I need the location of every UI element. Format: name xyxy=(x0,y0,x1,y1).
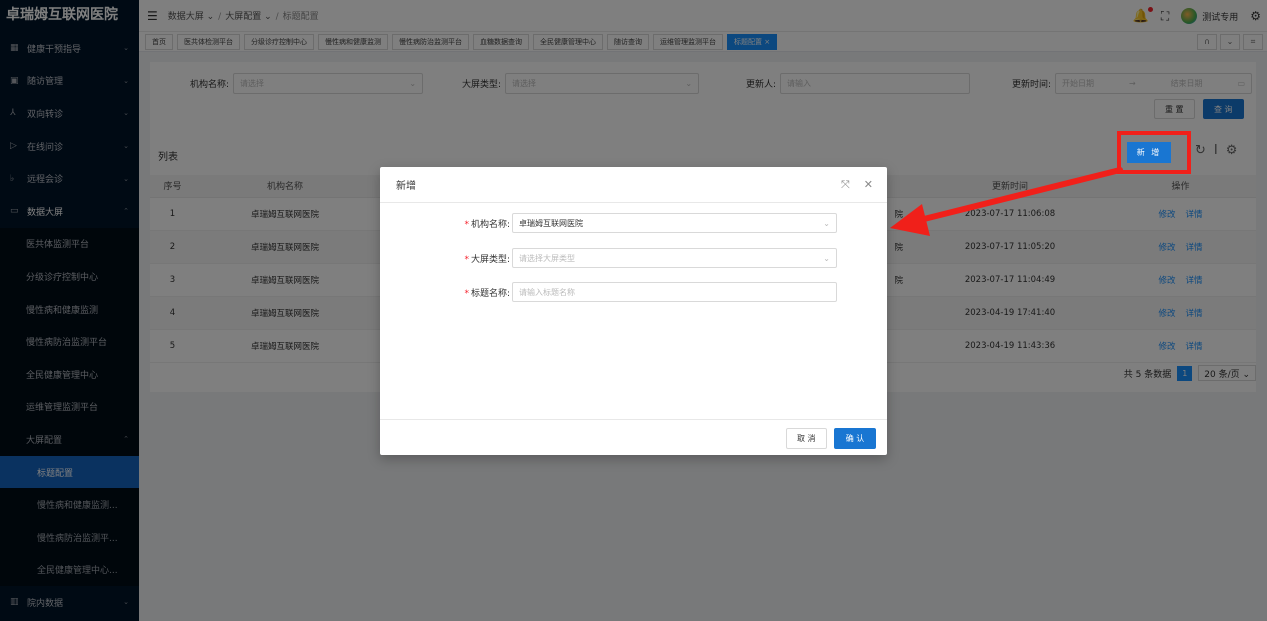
form-org-label: * 机构名称: xyxy=(440,217,510,230)
dialog-title: 新增 xyxy=(396,181,416,192)
refresh-icon[interactable]: ↻ xyxy=(1195,143,1206,158)
highlight-box xyxy=(1117,131,1191,174)
cancel-button[interactable]: 取 消 xyxy=(786,428,827,449)
column-settings-icon[interactable]: ⚙ xyxy=(1226,143,1238,158)
form-org-label-text: 机构名称: xyxy=(470,219,510,230)
form-row-org: * 机构名称: 卓瑞姆互联网医院 ⌄ xyxy=(440,213,837,233)
form-row-type: * 大屏类型: 请选择大屏类型 ⌄ xyxy=(440,248,837,268)
form-type-label: * 大屏类型: xyxy=(440,252,510,265)
dialog-header: 新增 xyxy=(380,167,887,203)
add-dialog: 新增 ⤧ ✕ * 机构名称: 卓瑞姆互联网医院 ⌄ * 大屏类型: 请选择大屏类型 ⌄ … xyxy=(380,167,887,455)
org-select-value: 卓瑞姆互联网医院 xyxy=(519,218,583,228)
expand-icon[interactable]: ⤧ xyxy=(841,178,850,192)
required-mark: * xyxy=(464,254,469,265)
title-name-input[interactable]: 请输入标题名称 xyxy=(512,282,837,302)
close-icon[interactable]: ✕ xyxy=(864,178,873,192)
form-type-label-text: 大屏类型: xyxy=(470,254,510,265)
table-toolbar: ↻ Ⅰ ⚙ xyxy=(1195,143,1237,158)
form-title-label: * 标题名称: xyxy=(440,286,510,299)
form-row-title: * 标题名称: 请输入标题名称 xyxy=(440,282,837,302)
org-select[interactable]: 卓瑞姆互联网医院 ⌄ xyxy=(512,213,837,233)
title-name-placeholder: 请输入标题名称 xyxy=(519,287,575,297)
density-icon[interactable]: Ⅰ xyxy=(1214,143,1218,158)
screen-type-select[interactable]: 请选择大屏类型 ⌄ xyxy=(512,248,837,268)
required-mark: * xyxy=(464,288,469,299)
required-mark: * xyxy=(464,219,469,230)
screen-type-placeholder: 请选择大屏类型 xyxy=(519,253,575,263)
confirm-button[interactable]: 确 认 xyxy=(834,428,876,449)
chevron-down-icon: ⌄ xyxy=(823,218,830,228)
form-title-label-text: 标题名称: xyxy=(470,288,510,299)
dialog-footer: 取 消 确 认 xyxy=(380,419,887,455)
chevron-down-icon: ⌄ xyxy=(823,253,830,263)
